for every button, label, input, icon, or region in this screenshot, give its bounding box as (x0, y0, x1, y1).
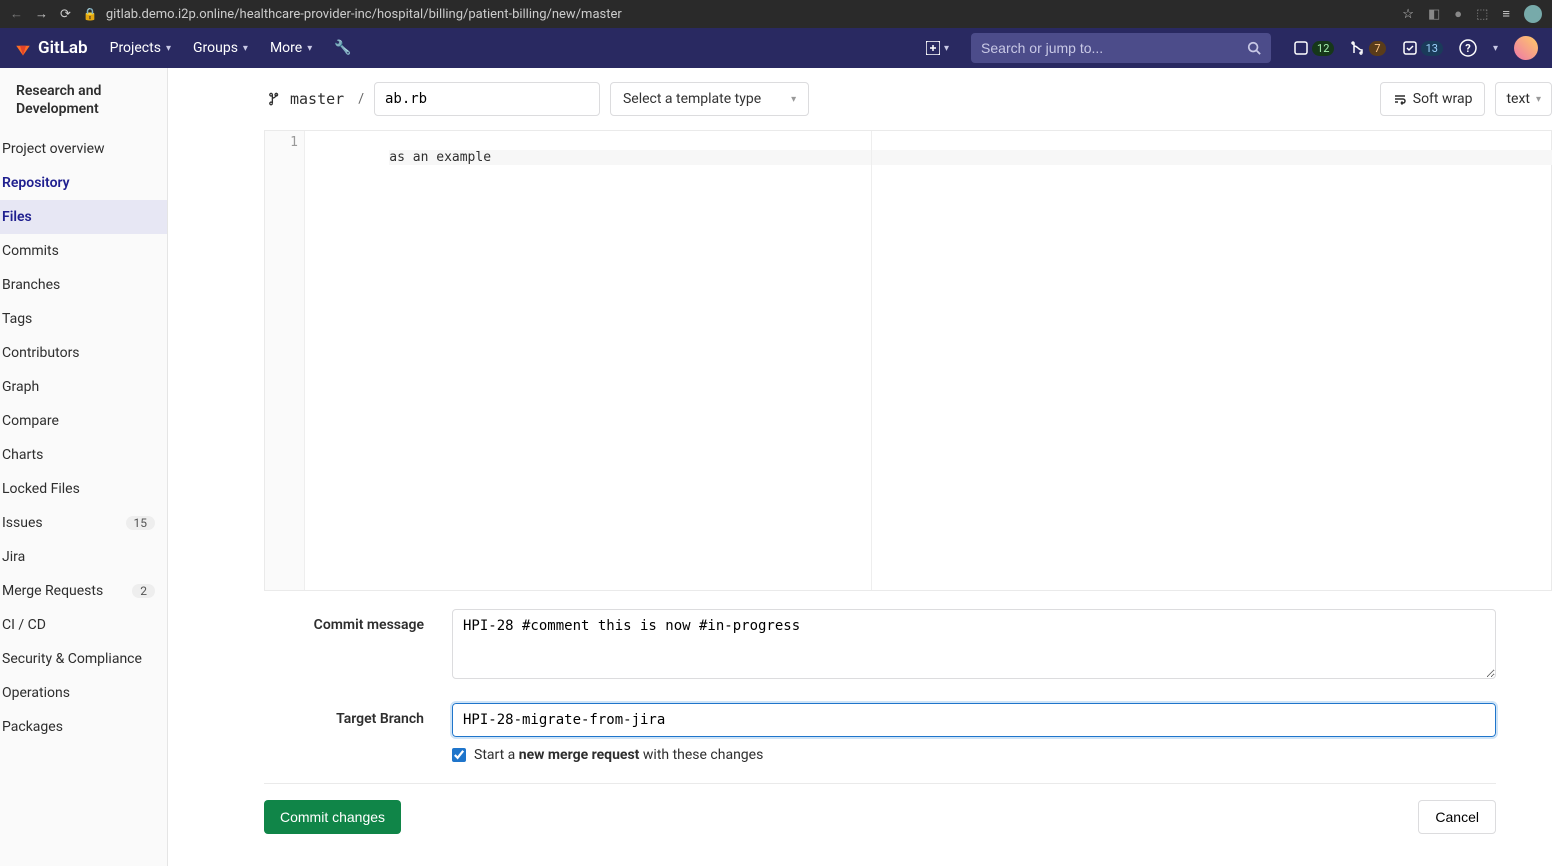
line-number: 1 (265, 135, 298, 150)
wrench-icon[interactable]: 🔧 (334, 40, 351, 56)
sidebar-item-issues[interactable]: Issues15 (0, 506, 167, 540)
commit-message-input[interactable]: HPI-28 #comment this is now #in-progress (452, 609, 1496, 679)
sidebar-item-files[interactable]: Files (0, 200, 167, 234)
code-editor[interactable]: 1 as an example (264, 131, 1552, 591)
brand-text: GitLab (38, 38, 88, 58)
back-icon[interactable]: ← (10, 6, 23, 22)
address-bar[interactable]: 🔒 gitlab.demo.i2p.online/healthcare-prov… (83, 7, 1390, 22)
sidebar-item-tags[interactable]: Tags (0, 302, 167, 336)
project-title[interactable]: Research and Development (0, 82, 167, 132)
sidebar-item-operations[interactable]: Operations (0, 676, 167, 710)
lock-icon: 🔒 (83, 7, 98, 21)
sidebar-item-merge-requests[interactable]: Merge Requests2 (0, 574, 167, 608)
issues-badge[interactable]: 12 (1293, 40, 1334, 56)
sidebar-item-charts[interactable]: Charts (0, 438, 167, 472)
cancel-button[interactable]: Cancel (1418, 800, 1496, 834)
sidebar-item-contributors[interactable]: Contributors (0, 336, 167, 370)
sidebar-item-packages[interactable]: Packages (0, 710, 167, 744)
start-mr-checkbox[interactable] (452, 748, 466, 762)
sidebar-item-commits[interactable]: Commits (0, 234, 167, 268)
sidebar-item-compare[interactable]: Compare (0, 404, 167, 438)
mrs-badge[interactable]: 7 (1350, 40, 1385, 56)
sidebar-item-graph[interactable]: Graph (0, 370, 167, 404)
ruler-line (871, 131, 872, 590)
todos-badge[interactable]: 13 (1402, 40, 1443, 56)
url-text: gitlab.demo.i2p.online/healthcare-provid… (106, 7, 622, 22)
plus-icon (926, 41, 940, 55)
start-mr-checkbox-label[interactable]: Start a new merge request with these cha… (452, 747, 1496, 763)
sidebar-item-jira[interactable]: Jira (0, 540, 167, 574)
top-navbar: GitLab Projects▾ Groups▾ More▾ 🔧 ▾ 12 7 … (0, 28, 1552, 68)
content-area: master / Select a template type ▾ Soft w… (168, 68, 1552, 866)
ext-icon-3[interactable]: ⬚ (1476, 7, 1488, 22)
sidebar: Research and Development Project overvie… (0, 68, 168, 866)
svg-text:?: ? (1465, 42, 1471, 55)
chevron-down-icon: ▾ (166, 43, 171, 54)
ext-icon-1[interactable]: ◧ (1428, 7, 1440, 22)
chevron-down-icon: ▾ (307, 43, 312, 54)
line-gutter: 1 (265, 131, 305, 590)
target-branch-input[interactable] (452, 703, 1496, 737)
template-select[interactable]: Select a template type ▾ (610, 82, 809, 116)
sidebar-item-locked-files[interactable]: Locked Files (0, 472, 167, 506)
global-search[interactable] (971, 33, 1271, 63)
sidebar-item-branches[interactable]: Branches (0, 268, 167, 302)
badge-count: 13 (1421, 41, 1443, 56)
gitlab-logo-icon (14, 39, 32, 57)
commit-changes-button[interactable]: Commit changes (264, 800, 401, 834)
target-branch-label: Target Branch (264, 703, 424, 727)
sidebar-item-repository[interactable]: Repository (0, 166, 167, 200)
help-menu[interactable]: ? (1459, 39, 1477, 57)
sidebar-item-security[interactable]: Security & Compliance (0, 642, 167, 676)
star-icon[interactable]: ☆ (1402, 7, 1414, 22)
sidebar-item-cicd[interactable]: CI / CD (0, 608, 167, 642)
count-pill: 2 (132, 584, 155, 598)
gitlab-logo[interactable]: GitLab (14, 38, 88, 58)
code-line: as an example (389, 150, 1552, 165)
issue-icon (1293, 40, 1309, 56)
code-textarea[interactable]: as an example (305, 131, 1551, 590)
chevron-down-icon: ▾ (791, 94, 796, 105)
wrap-icon (1393, 92, 1407, 106)
chevron-down-icon: ▾ (243, 43, 248, 54)
soft-wrap-button[interactable]: Soft wrap (1380, 82, 1486, 116)
reload-icon[interactable]: ⟳ (60, 7, 71, 22)
filename-input[interactable] (374, 82, 600, 116)
editor-header: master / Select a template type ▾ Soft w… (264, 68, 1552, 131)
badge-count: 12 (1312, 41, 1334, 56)
merge-icon (1350, 40, 1366, 56)
sidebar-item-overview[interactable]: Project overview (0, 132, 167, 166)
ext-icon-2[interactable]: ● (1454, 6, 1462, 22)
search-input[interactable] (981, 40, 1247, 56)
new-menu[interactable]: ▾ (926, 41, 949, 55)
nav-projects[interactable]: Projects▾ (110, 40, 171, 56)
chevron-down-icon: ▾ (1536, 94, 1541, 105)
commit-form: Commit message HPI-28 #comment this is n… (264, 609, 1552, 834)
browser-chrome: ← → ⟳ 🔒 gitlab.demo.i2p.online/healthcar… (0, 0, 1552, 28)
chrome-avatar-icon[interactable] (1524, 5, 1542, 23)
forward-icon[interactable]: → (35, 6, 48, 22)
branch-indicator: master (264, 90, 348, 108)
commit-message-label: Commit message (264, 609, 424, 633)
user-avatar[interactable] (1514, 36, 1538, 60)
nav-groups[interactable]: Groups▾ (193, 40, 248, 56)
branch-icon (268, 92, 282, 106)
badge-count: 7 (1369, 41, 1385, 56)
menu-icon[interactable]: ≡ (1502, 6, 1510, 22)
chevron-down-icon: ▾ (1493, 43, 1498, 54)
path-separator: / (358, 91, 364, 107)
branch-name: master (290, 90, 344, 108)
nav-more[interactable]: More▾ (270, 40, 312, 56)
help-icon: ? (1459, 39, 1477, 57)
syntax-mode-select[interactable]: text ▾ (1495, 82, 1552, 116)
chevron-down-icon: ▾ (944, 43, 949, 54)
todo-icon (1402, 40, 1418, 56)
search-icon (1247, 41, 1261, 55)
count-pill: 15 (126, 516, 156, 530)
